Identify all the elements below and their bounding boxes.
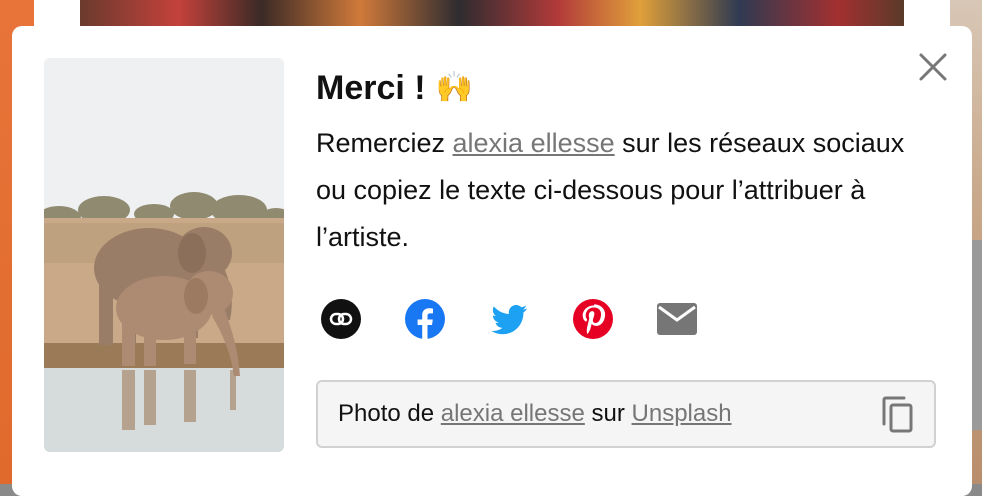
thank-you-modal: Merci ! 🙌 Remerciez alexia ellesse sur l… <box>12 26 972 496</box>
copy-icon <box>882 396 913 433</box>
attribution-middle: sur <box>584 400 632 427</box>
copy-attribution-button[interactable] <box>880 396 916 434</box>
description-prefix: Remerciez <box>316 128 453 158</box>
email-icon <box>657 303 697 335</box>
attribution-prefix: Photo de <box>338 400 441 427</box>
pinterest-icon <box>573 299 613 339</box>
artist-link[interactable]: alexia ellesse <box>453 128 615 158</box>
photo-thumbnail <box>44 58 284 452</box>
twitter-share-button[interactable] <box>489 299 529 339</box>
email-share-button[interactable] <box>657 299 697 339</box>
facebook-icon <box>405 299 445 339</box>
copy-link-button[interactable] <box>321 299 361 339</box>
unsplash-link[interactable]: Unsplash <box>632 400 732 427</box>
modal-title: Merci ! 🙌 <box>316 66 956 110</box>
link-icon <box>321 299 361 339</box>
attribution-text: Photo de alexia ellesse sur Unsplash <box>338 400 732 428</box>
facebook-share-button[interactable] <box>405 299 445 339</box>
title-text: Merci ! <box>316 69 426 107</box>
social-share-row <box>316 299 956 339</box>
attribution-artist-link[interactable]: alexia ellesse <box>441 400 585 427</box>
twitter-icon <box>491 305 527 335</box>
attribution-box[interactable]: Photo de alexia ellesse sur Unsplash <box>316 380 936 448</box>
modal-content: Merci ! 🙌 Remerciez alexia ellesse sur l… <box>316 66 956 339</box>
pinterest-share-button[interactable] <box>573 299 613 339</box>
modal-description: Remerciez alexia ellesse sur les réseaux… <box>316 120 916 261</box>
raised-hands-emoji: 🙌 <box>435 70 473 105</box>
